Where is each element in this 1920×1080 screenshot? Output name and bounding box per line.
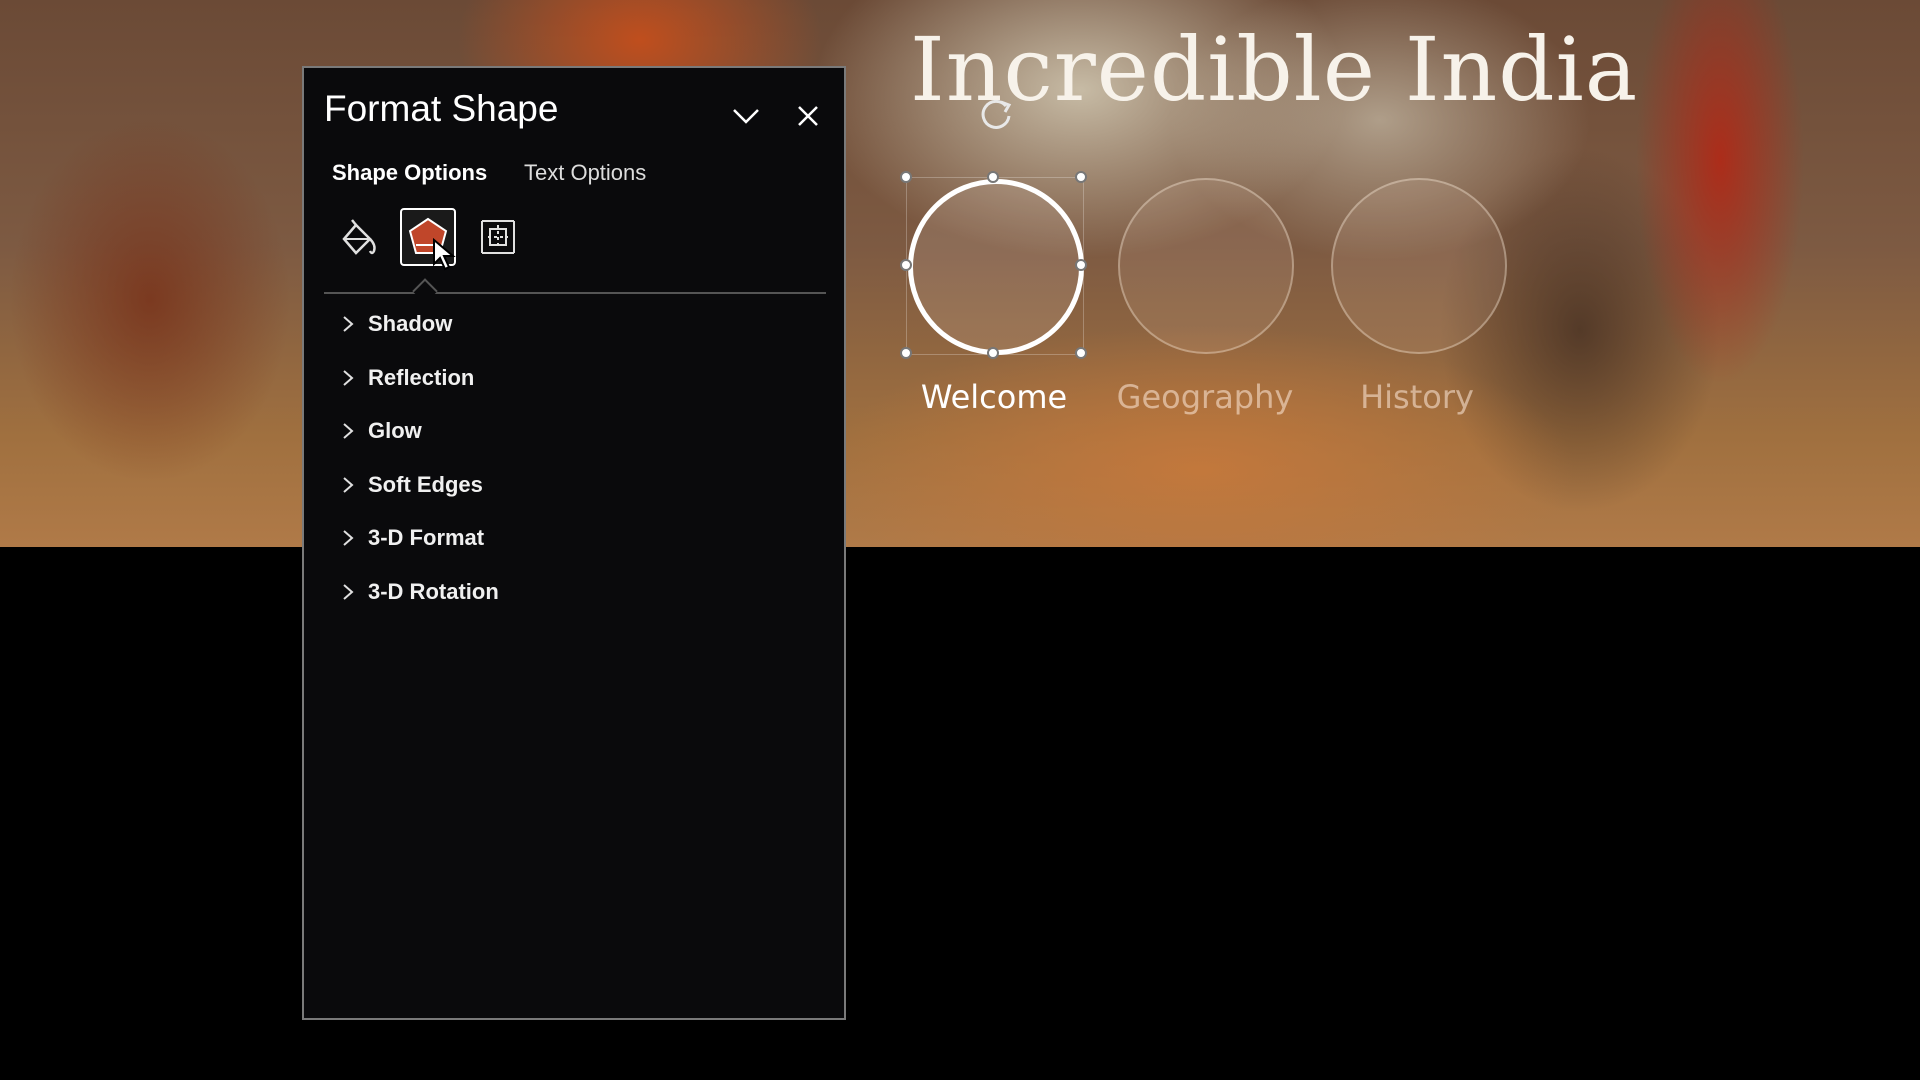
chevron-right-icon xyxy=(338,314,358,334)
resize-handle-top-left[interactable] xyxy=(900,171,912,183)
chevron-right-icon xyxy=(338,528,358,548)
pane-title: Format Shape xyxy=(324,88,559,129)
slide-title[interactable]: Incredible India xyxy=(910,18,1638,121)
selection-box xyxy=(906,177,1084,355)
section-label: Shadow xyxy=(368,311,453,336)
size-properties-icon xyxy=(481,220,515,254)
nav-label-geography[interactable]: Geography xyxy=(1095,378,1315,416)
resize-handle-bottom[interactable] xyxy=(987,347,999,359)
pane-divider xyxy=(324,292,826,294)
section-3d-format[interactable]: 3-D Format xyxy=(338,518,484,558)
tab-pointer xyxy=(412,278,438,304)
tab-text-options[interactable]: Text Options xyxy=(524,160,646,186)
pane-options-button[interactable] xyxy=(728,98,764,134)
chevron-right-icon xyxy=(338,368,358,388)
nav-label-history[interactable]: History xyxy=(1307,378,1527,416)
section-soft-edges[interactable]: Soft Edges xyxy=(338,465,483,505)
section-label: 3-D Format xyxy=(368,525,485,550)
fill-line-icon xyxy=(342,219,376,255)
section-label: Soft Edges xyxy=(368,472,483,497)
resize-handle-right[interactable] xyxy=(1075,259,1087,271)
fill-line-tab[interactable] xyxy=(330,208,386,266)
close-icon xyxy=(798,106,818,126)
resize-handle-top[interactable] xyxy=(987,171,999,183)
format-shape-pane: Format Shape Shape Options Text Options xyxy=(302,66,846,1020)
section-reflection[interactable]: Reflection xyxy=(338,358,474,398)
nav-circle-geography[interactable] xyxy=(1118,178,1294,354)
slide-canvas[interactable]: Incredible India Welcome Geography Histo… xyxy=(0,0,1920,547)
chevron-right-icon xyxy=(338,421,358,441)
rotate-handle-icon[interactable] xyxy=(976,94,1016,134)
section-shadow[interactable]: Shadow xyxy=(338,304,452,344)
mouse-cursor-icon xyxy=(433,238,456,271)
nav-circle-history[interactable] xyxy=(1331,178,1507,354)
resize-handle-top-right[interactable] xyxy=(1075,171,1087,183)
section-label: Reflection xyxy=(368,365,475,390)
size-properties-tab[interactable] xyxy=(470,208,526,266)
nav-label-welcome[interactable]: Welcome xyxy=(884,378,1104,416)
pane-close-button[interactable] xyxy=(790,98,826,134)
resize-handle-left[interactable] xyxy=(900,259,912,271)
section-3d-rotation[interactable]: 3-D Rotation xyxy=(338,572,499,612)
section-label: Glow xyxy=(368,418,422,443)
chevron-right-icon xyxy=(338,475,358,495)
resize-handle-bottom-right[interactable] xyxy=(1075,347,1087,359)
section-label: 3-D Rotation xyxy=(368,579,499,604)
resize-handle-bottom-left[interactable] xyxy=(900,347,912,359)
tab-shape-options[interactable]: Shape Options xyxy=(332,160,487,186)
chevron-down-icon xyxy=(733,109,759,124)
chevron-right-icon xyxy=(338,582,358,602)
section-glow[interactable]: Glow xyxy=(338,411,422,451)
